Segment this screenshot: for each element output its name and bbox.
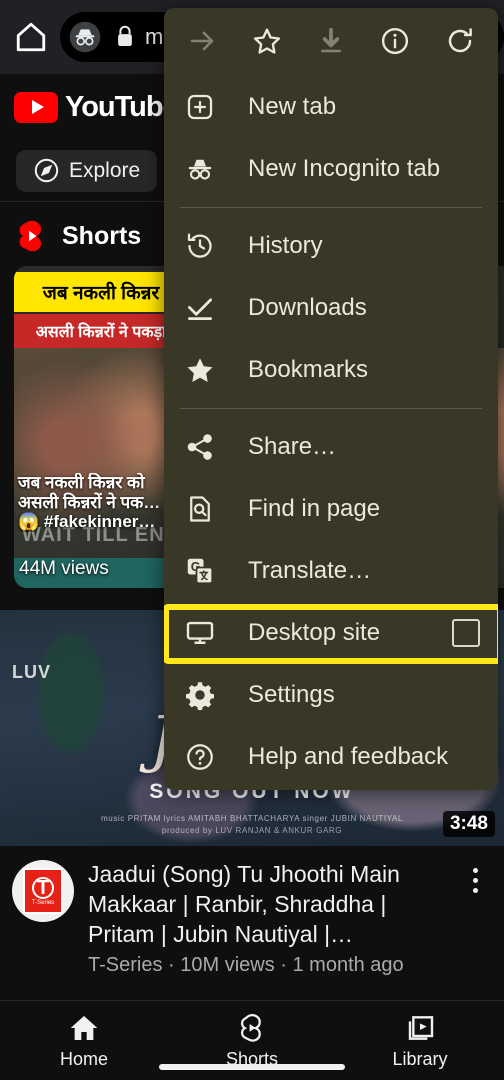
nav-item-library[interactable]: Library [336, 1012, 504, 1070]
incognito-icon [182, 151, 218, 187]
menu-item-new-incognito-tab[interactable]: New Incognito tab [164, 138, 498, 200]
menu-item-settings[interactable]: Settings [164, 664, 498, 726]
share-icon [182, 429, 218, 465]
shorts-card[interactable]: जब नकली किन्नर असली किन्नरों ने पकड़ा WA… [14, 266, 188, 588]
menu-label: Bookmarks [248, 356, 369, 383]
menu-item-history[interactable]: History [164, 215, 498, 277]
video-text-block: Jaadui (Song) Tu Jhoothi Main Makkaar | … [88, 860, 444, 977]
menu-divider [180, 207, 482, 208]
shorts-overlay-line-2: असली किन्नरों ने पक… [18, 492, 161, 512]
shorts-icon [236, 1012, 268, 1044]
download-icon[interactable] [307, 17, 355, 65]
compass-icon [33, 157, 60, 184]
translate-icon: G [182, 553, 218, 589]
menu-label: Desktop site [248, 619, 381, 646]
menu-label: History [248, 232, 323, 259]
menu-quick-actions [164, 8, 498, 74]
menu-label: Settings [248, 681, 335, 708]
video-credits-line-2: produced by LUV RANJAN & ANKUR GARG [161, 826, 343, 835]
star-icon[interactable] [243, 17, 291, 65]
nav-label-library: Library [392, 1048, 448, 1069]
chip-label: Explore [69, 158, 141, 182]
menu-item-downloads[interactable]: Downloads [164, 277, 498, 339]
lock-icon[interactable] [114, 24, 136, 50]
menu-label: Find in page [248, 495, 381, 522]
shorts-thumbnail [14, 348, 188, 588]
menu-divider [180, 408, 482, 409]
library-icon [404, 1012, 436, 1044]
nav-item-shorts[interactable]: Shorts [168, 1012, 336, 1070]
t-series-logo: T T-Series [23, 868, 63, 914]
star-filled-icon [182, 352, 218, 388]
t-series-letter: T [32, 876, 54, 899]
incognito-icon [68, 20, 102, 54]
reload-icon[interactable] [436, 17, 484, 65]
home-icon[interactable] [14, 20, 48, 54]
chrome-overflow-menu: New tab New Incognito tab History Downlo… [164, 8, 498, 790]
help-icon [182, 739, 218, 775]
forward-arrow-icon[interactable] [178, 17, 226, 65]
menu-item-desktop-site[interactable]: Desktop site [164, 602, 498, 664]
new-tab-icon [182, 89, 218, 125]
nav-label-home: Home [59, 1048, 108, 1069]
t-series-wordmark: T-Series [31, 899, 55, 906]
shorts-views: 44M views [19, 558, 109, 579]
info-icon[interactable] [371, 17, 419, 65]
find-in-page-icon [182, 491, 218, 527]
menu-label: Downloads [248, 294, 367, 321]
menu-label: New Incognito tab [248, 155, 441, 182]
menu-label: New tab [248, 93, 337, 120]
youtube-wordmark: YouTube [65, 90, 179, 123]
shorts-logo-icon [14, 218, 50, 254]
chip-explore[interactable]: Explore [16, 149, 158, 192]
gesture-bar [159, 1064, 345, 1070]
menu-item-find-in-page[interactable]: Find in page [164, 478, 498, 540]
video-title[interactable]: Jaadui (Song) Tu Jhoothi Main Makkaar | … [88, 860, 444, 950]
video-credits-line-1: music PRITAM lyrics AMITABH BHATTACHARYA… [101, 814, 403, 823]
shorts-overlay-line-1: जब नकली किन्नर को [18, 473, 145, 493]
menu-label: Share… [248, 433, 337, 460]
nav-item-home[interactable]: Home [0, 1012, 168, 1070]
menu-item-new-tab[interactable]: New tab [164, 76, 498, 138]
shorts-overlay-line-3: 😱 #fakekinner… [18, 512, 156, 532]
video-duration-badge: 3:48 [442, 811, 495, 837]
video-meta-text: T-Series · 10M views · 1 month ago [88, 953, 404, 976]
youtube-play-icon [14, 91, 58, 123]
desktop-icon [182, 615, 218, 651]
video-meta-row: T T-Series Jaadui (Song) Tu Jhoothi Main… [0, 846, 504, 977]
shorts-shelf-title: Shorts [62, 221, 142, 250]
menu-item-translate[interactable]: G Translate… [164, 540, 498, 602]
youtube-logo[interactable]: YouTube [14, 90, 179, 124]
desktop-site-checkbox[interactable] [452, 619, 480, 647]
menu-item-list: New tab New Incognito tab History Downlo… [164, 74, 498, 790]
video-watermark: LUV [12, 662, 51, 682]
menu-item-bookmarks[interactable]: Bookmarks [164, 339, 498, 401]
t-series-avatar[interactable]: T T-Series [12, 860, 74, 922]
shorts-banner-yellow: जब नकली किन्नर [14, 272, 188, 312]
downloads-check-icon [182, 290, 218, 326]
menu-item-help-and-feedback[interactable]: Help and feedback [164, 726, 498, 788]
menu-label: Help and feedback [248, 743, 449, 770]
menu-item-share[interactable]: Share… [164, 416, 498, 478]
history-icon [182, 228, 218, 264]
shorts-overlay-title: जब नकली किन्नर को असली किन्नरों ने पक… 😱… [14, 473, 188, 532]
menu-label: Translate… [248, 557, 372, 584]
url-text[interactable]: m [145, 24, 163, 50]
screen: m YouTube Explore Shorts जब नकली किन्नर … [0, 0, 504, 1080]
shorts-banner-red: असली किन्नरों ने पकड़ा [14, 314, 188, 348]
gear-icon [182, 677, 218, 713]
more-vert-icon[interactable] [458, 860, 492, 977]
home-icon [68, 1012, 100, 1044]
